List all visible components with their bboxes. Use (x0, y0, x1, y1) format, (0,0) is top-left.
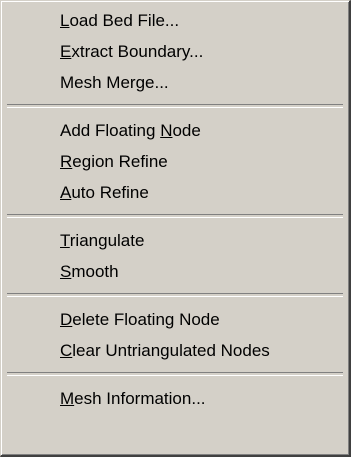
menu-item-smooth[interactable]: Smooth (1, 256, 349, 287)
menu-item-accelerator: D (60, 310, 73, 329)
menu-separator (7, 372, 343, 376)
menu-item-load-bed-file[interactable]: Load Bed File... (1, 5, 349, 36)
menu-item-text: lear Untriangulated Nodes (72, 341, 270, 360)
menu-item-text: oad Bed File... (69, 11, 180, 30)
menu-item-text: mooth (71, 262, 119, 281)
menu-item-auto-refine[interactable]: Auto Refine (1, 177, 349, 208)
menu-item-clear-untriangulated-nodes[interactable]: Clear Untriangulated Nodes (1, 335, 349, 366)
menu-item-region-refine[interactable]: Region Refine (1, 146, 349, 177)
menu-item-text: egion Refine (72, 152, 168, 171)
menu-item-accelerator: S (60, 262, 72, 281)
menu-item-text: elete Floating Node (72, 310, 220, 329)
menu-separator (7, 293, 343, 297)
menu-item-mesh-information[interactable]: Mesh Information... (1, 383, 349, 414)
menu-item-accelerator: C (60, 341, 73, 360)
menu-item-text: riangulate (69, 231, 145, 250)
menu-item-accelerator: T (60, 231, 70, 250)
menu-item-mesh-merge[interactable]: Mesh Merge... (1, 67, 349, 98)
menu-item-accelerator: E (60, 42, 72, 61)
menu-item-accelerator: R (60, 152, 73, 171)
menu-item-text: xtract Boundary... (71, 42, 204, 61)
menu-item-delete-floating-node[interactable]: Delete Floating Node (1, 304, 349, 335)
menu-item-triangulate[interactable]: Triangulate (1, 225, 349, 256)
context-menu: Load Bed File... Extract Boundary... Mes… (0, 0, 351, 457)
menu-item-extract-boundary[interactable]: Extract Boundary... (1, 36, 349, 67)
menu-separator (7, 104, 343, 108)
menu-item-add-floating-node[interactable]: Add Floating Node (1, 115, 349, 146)
menu-item-accelerator: A (60, 183, 72, 202)
menu-item-accelerator: N (160, 121, 173, 140)
menu-item-text: ode (172, 121, 201, 140)
menu-item-text: uto Refine (71, 183, 149, 202)
menu-item-text: Add Floating (60, 121, 161, 140)
menu-item-accelerator: M (60, 389, 75, 408)
menu-separator (7, 214, 343, 218)
menu-item-text: Mesh Merge... (60, 73, 169, 92)
menu-item-text: esh Information... (74, 389, 206, 408)
